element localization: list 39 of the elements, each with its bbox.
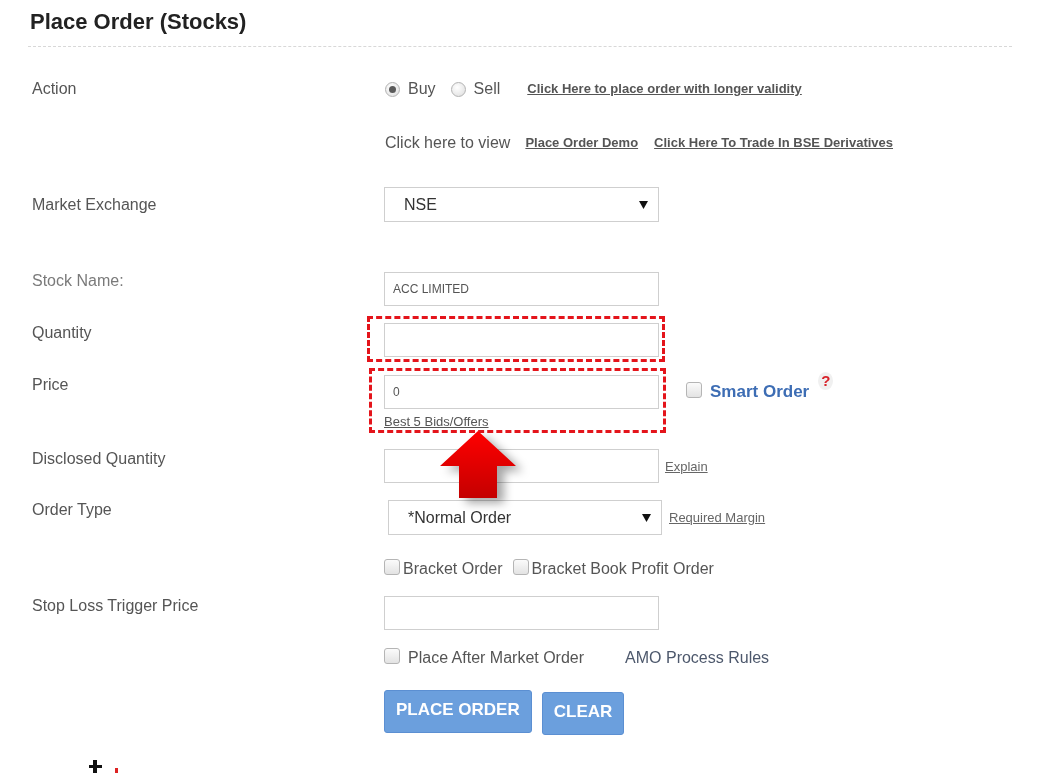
- page-title: Place Order (Stocks): [30, 8, 247, 36]
- best-bids-link[interactable]: Best 5 Bids/Offers: [384, 414, 489, 430]
- field-label: Action: [32, 79, 77, 99]
- text-link[interactable]: Click Here To Trade In BSE Derivatives: [654, 135, 893, 151]
- field-label: Stock Name:: [32, 271, 124, 291]
- radio-label: Buy: [408, 79, 436, 99]
- field-label: Price: [32, 375, 69, 395]
- explain-link[interactable]: Explain: [665, 458, 708, 474]
- up-arrow-icon: [440, 431, 516, 498]
- input-field[interactable]: [384, 596, 659, 630]
- text-link[interactable]: Place Order Demo: [525, 135, 639, 151]
- radio-button[interactable]: [385, 81, 400, 97]
- input-field[interactable]: ACC LIMITED: [384, 272, 659, 306]
- checkbox-label: Bracket Order: [403, 559, 503, 579]
- exchange-dropdown[interactable]: NSE: [384, 187, 659, 222]
- longer-validity-link[interactable]: Click Here to place order with longer validity: [527, 81, 802, 97]
- input-field[interactable]: 0: [384, 375, 659, 409]
- field-label: Stop Loss Trigger Price: [32, 596, 199, 616]
- field-label: Order Type: [32, 500, 112, 520]
- order-type-dropdown[interactable]: *Normal Order: [388, 500, 662, 535]
- field-label: Disclosed Quantity: [32, 449, 166, 469]
- input-field[interactable]: [384, 323, 659, 357]
- radio-label: Sell: [473, 79, 501, 99]
- checkbox-label: Bracket Book Profit Order: [531, 559, 714, 579]
- help-icon[interactable]: ?: [818, 372, 834, 390]
- field-label: Quantity: [32, 323, 92, 343]
- caret-icon: [642, 513, 651, 522]
- smart-order-label: Smart Order: [710, 382, 810, 402]
- required-margin-link[interactable]: Required Margin: [669, 510, 766, 525]
- radio-button[interactable]: [450, 81, 466, 97]
- process-rules-link[interactable]: AMO Process Rules: [625, 649, 770, 667]
- field-label: Market Exchange: [32, 195, 157, 215]
- checkbox[interactable]: [384, 648, 400, 664]
- checkbox-label: Place After Market Order: [408, 648, 585, 668]
- checkbox[interactable]: [384, 559, 400, 575]
- checkbox[interactable]: [686, 382, 702, 398]
- caret-icon: [639, 200, 648, 209]
- view-prompt-text: Click here to view: [385, 133, 511, 153]
- checkbox[interactable]: [512, 559, 529, 575]
